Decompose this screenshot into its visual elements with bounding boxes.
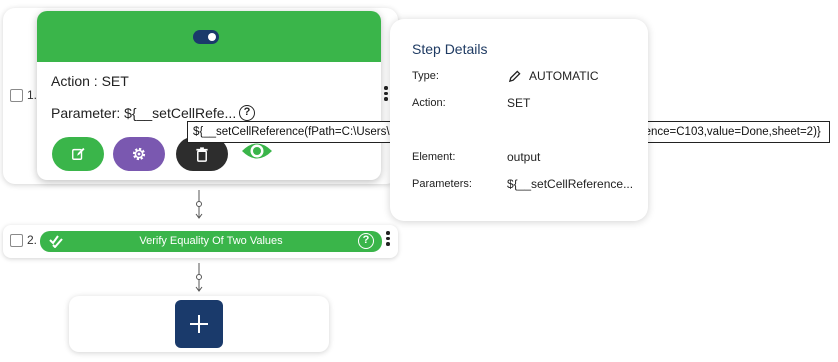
connector-arrow (195, 190, 203, 219)
step-2-more-menu[interactable] (386, 231, 390, 248)
step-2-label: Verify Equality Of Two Values (139, 235, 283, 247)
step-1-popup: Action : SET Parameter: ${__setCellRefe.… (37, 11, 381, 180)
help-icon[interactable]: ? (358, 233, 374, 249)
step-1-checkbox[interactable] (10, 89, 23, 102)
edit-icon (72, 147, 85, 160)
pencil-icon (508, 70, 521, 83)
gear-icon (132, 147, 146, 161)
step-enable-toggle[interactable] (193, 30, 219, 44)
details-element-label: Element: (412, 151, 456, 163)
popup-action-text: Action : SET (51, 73, 129, 89)
step-2-bar[interactable]: Verify Equality Of Two Values ? (40, 231, 382, 252)
popup-parameter-text: Parameter: ${__setCellRefe... (51, 105, 237, 121)
details-type-value: AUTOMATIC (529, 69, 599, 83)
help-icon[interactable]: ? (239, 105, 255, 121)
add-step-button[interactable] (175, 300, 223, 348)
popup-header (37, 11, 381, 62)
details-parameters-value: ${__setCellReference... (507, 177, 634, 191)
step-1-number: 1. (27, 88, 38, 102)
details-element-value: output (507, 150, 541, 164)
step-2-number: 2. (27, 233, 38, 247)
details-type-label: Type: (412, 70, 439, 82)
step-2-checkbox[interactable] (10, 234, 23, 247)
plus-icon (190, 315, 208, 333)
connector-arrow (195, 263, 203, 292)
trash-icon (196, 146, 208, 162)
step-1-more-menu[interactable] (384, 86, 388, 103)
step-details-panel: Step Details Type: AUTOMATIC Action: SET… (390, 19, 648, 221)
details-parameters-label: Parameters: (412, 178, 472, 190)
edit-button[interactable] (52, 137, 104, 171)
details-action-value: SET (507, 96, 531, 110)
settings-button[interactable] (113, 137, 165, 171)
details-action-label: Action: (412, 97, 446, 109)
details-title: Step Details (412, 41, 488, 57)
